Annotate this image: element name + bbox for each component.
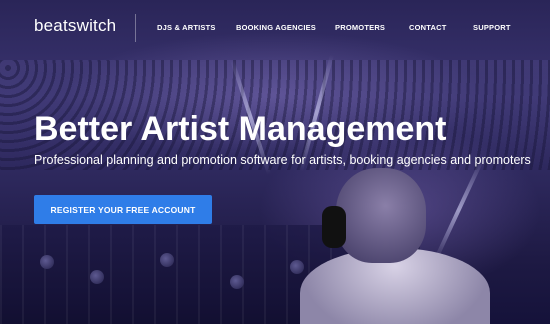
mixer-knob [160, 253, 174, 267]
nav-item-promoters[interactable]: PROMOTERS [335, 23, 385, 32]
hero-headline: Better Artist Management [34, 110, 447, 148]
hero-section: beatswitch DJS & ARTISTS BOOKING AGENCIE… [0, 0, 550, 324]
headphones-icon [322, 206, 346, 248]
nav-divider [135, 14, 136, 42]
nav-item-support[interactable]: SUPPORT [473, 23, 511, 32]
nav-item-contact[interactable]: CONTACT [409, 23, 447, 32]
nav-item-djs-artists[interactable]: DJS & ARTISTS [157, 23, 216, 32]
mixer-knob [230, 275, 244, 289]
hero-subheadline: Professional planning and promotion soft… [34, 153, 531, 167]
dj-head [336, 168, 426, 263]
top-navbar: beatswitch DJS & ARTISTS BOOKING AGENCIE… [0, 0, 550, 56]
mixer-knob [40, 255, 54, 269]
register-button[interactable]: REGISTER YOUR FREE ACCOUNT [34, 195, 212, 224]
dj-figure [300, 168, 490, 324]
mixer-knob [90, 270, 104, 284]
nav-item-booking-agencies[interactable]: BOOKING AGENCIES [236, 23, 316, 32]
beatswitch-logo[interactable]: beatswitch [34, 16, 116, 36]
